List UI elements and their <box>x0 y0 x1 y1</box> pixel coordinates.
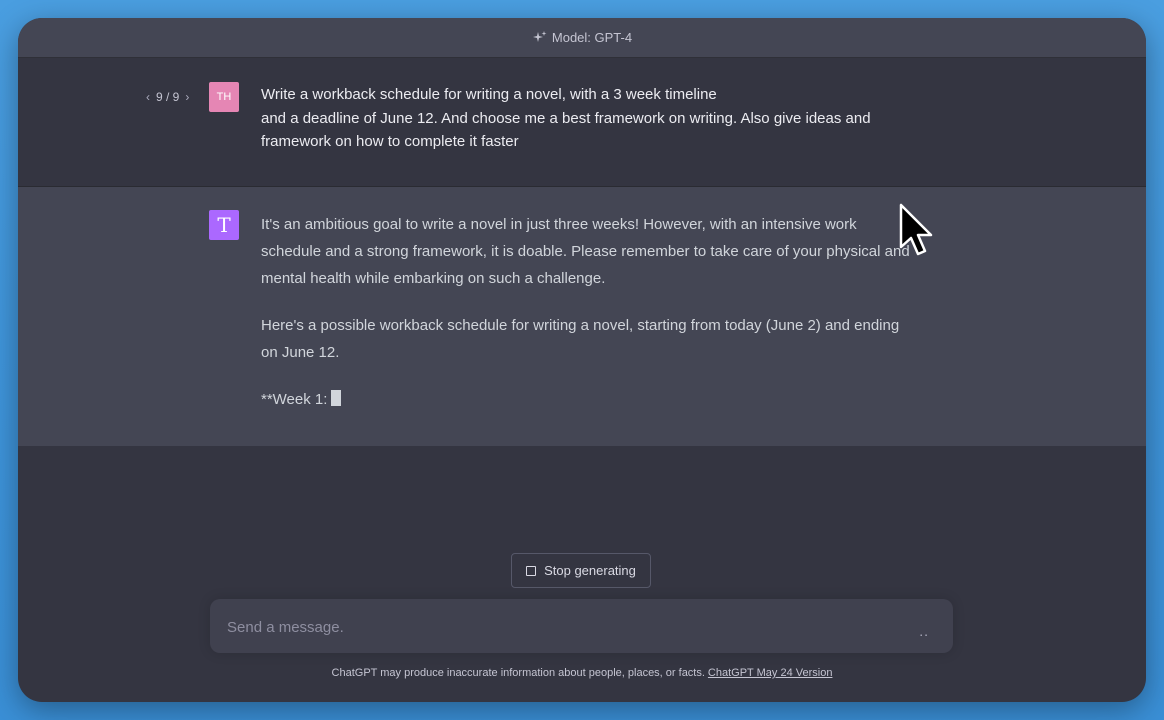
footer-disclaimer: ChatGPT may produce inaccurate informati… <box>18 667 1146 679</box>
user-message-line: and a deadline of June 12. And choose me… <box>261 109 871 127</box>
stop-generating-button[interactable]: Stop generating <box>511 553 651 588</box>
user-message-text: Write a workback schedule for writing a … <box>261 83 901 154</box>
chevron-left-icon[interactable]: ‹ <box>146 90 150 104</box>
assistant-paragraph: Here's a possible workback schedule for … <box>261 317 900 361</box>
assistant-paragraph-streaming: **Week 1: <box>261 386 911 413</box>
user-message-row: ‹ 9 / 9 › TH Write a workback schedule f… <box>18 58 1146 187</box>
assistant-paragraph: It's an ambitious goal to write a novel … <box>261 216 910 287</box>
typing-cursor <box>331 390 342 406</box>
sparkle-icon <box>532 30 548 46</box>
loading-dots-icon: .. <box>919 623 929 639</box>
model-header: Model: GPT-4 <box>18 18 1146 58</box>
assistant-partial-text: **Week 1: <box>261 391 328 408</box>
chat-window: Model: GPT-4 ‹ 9 / 9 › TH Write a workba… <box>18 18 1146 702</box>
chevron-right-icon[interactable]: › <box>185 90 189 104</box>
stop-icon <box>526 565 537 576</box>
assistant-message-text: It's an ambitious goal to write a novel … <box>261 211 911 433</box>
stop-generating-label: Stop generating <box>544 563 636 578</box>
user-message-line: framework on how to complete it faster <box>261 133 519 150</box>
user-message-line: Write a workback schedule for writing a … <box>261 86 717 103</box>
assistant-message-row: T It's an ambitious goal to write a nove… <box>18 187 1146 446</box>
model-label: Model: GPT-4 <box>551 30 633 45</box>
user-avatar: TH <box>209 82 239 112</box>
pager-count: 9 / 9 <box>156 90 180 104</box>
message-pager: ‹ 9 / 9 › <box>146 90 189 104</box>
version-link[interactable]: ChatGPT May 24 Version <box>708 667 833 679</box>
disclaimer-text: ChatGPT may produce inaccurate informati… <box>331 667 705 679</box>
mouse-pointer-icon <box>899 203 933 256</box>
message-input[interactable] <box>225 599 909 655</box>
message-composer: .. <box>210 599 953 655</box>
assistant-avatar: T <box>209 210 239 240</box>
